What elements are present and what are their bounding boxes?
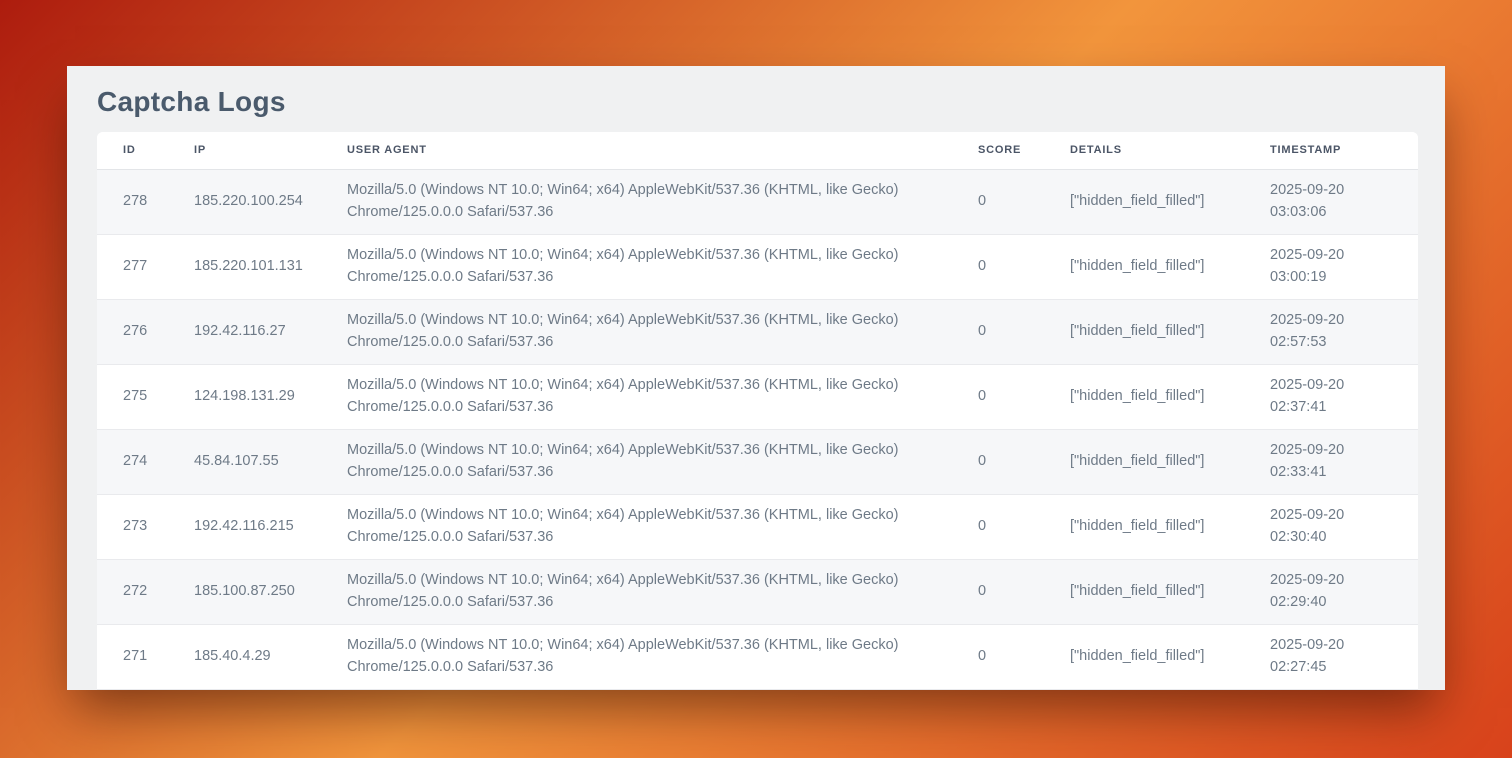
cell-ip: 192.42.116.27 — [194, 300, 347, 365]
cell-user-agent: Mozilla/5.0 (Windows NT 10.0; Win64; x64… — [347, 495, 978, 560]
cell-user-agent: Mozilla/5.0 (Windows NT 10.0; Win64; x64… — [347, 170, 978, 235]
cell-details: ["hidden_field_filled"] — [1070, 300, 1270, 365]
column-header-id: ID — [97, 132, 194, 170]
table-row: 273 192.42.116.215 Mozilla/5.0 (Windows … — [97, 495, 1418, 560]
cell-ip: 124.198.131.29 — [194, 365, 347, 430]
table-row: 278 185.220.100.254 Mozilla/5.0 (Windows… — [97, 170, 1418, 235]
table-header-row: ID IP USER AGENT SCORE DETAILS TIMESTAMP — [97, 132, 1418, 170]
cell-timestamp: 2025-09-20 02:33:41 — [1270, 430, 1418, 495]
cell-id: 273 — [97, 495, 194, 560]
table-row: 277 185.220.101.131 Mozilla/5.0 (Windows… — [97, 235, 1418, 300]
cell-id: 272 — [97, 560, 194, 625]
column-header-ip: IP — [194, 132, 347, 170]
page-title: Captcha Logs — [67, 66, 1445, 132]
cell-details: ["hidden_field_filled"] — [1070, 235, 1270, 300]
cell-timestamp: 2025-09-20 03:03:06 — [1270, 170, 1418, 235]
cell-score: 0 — [978, 560, 1070, 625]
cell-user-agent: Mozilla/5.0 (Windows NT 10.0; Win64; x64… — [347, 300, 978, 365]
cell-id: 275 — [97, 365, 194, 430]
cell-score: 0 — [978, 430, 1070, 495]
cell-id: 276 — [97, 300, 194, 365]
column-header-timestamp: TIMESTAMP — [1270, 132, 1418, 170]
cell-details: ["hidden_field_filled"] — [1070, 495, 1270, 560]
cell-score: 0 — [978, 625, 1070, 690]
cell-ip: 45.84.107.55 — [194, 430, 347, 495]
table-row: 274 45.84.107.55 Mozilla/5.0 (Windows NT… — [97, 430, 1418, 495]
cell-ip: 185.40.4.29 — [194, 625, 347, 690]
cell-timestamp: 2025-09-20 03:00:19 — [1270, 235, 1418, 300]
captcha-logs-table: ID IP USER AGENT SCORE DETAILS TIMESTAMP… — [97, 132, 1418, 690]
cell-id: 278 — [97, 170, 194, 235]
cell-timestamp: 2025-09-20 02:57:53 — [1270, 300, 1418, 365]
cell-score: 0 — [978, 300, 1070, 365]
cell-user-agent: Mozilla/5.0 (Windows NT 10.0; Win64; x64… — [347, 430, 978, 495]
cell-timestamp: 2025-09-20 02:30:40 — [1270, 495, 1418, 560]
cell-timestamp: 2025-09-20 02:29:40 — [1270, 560, 1418, 625]
cell-user-agent: Mozilla/5.0 (Windows NT 10.0; Win64; x64… — [347, 560, 978, 625]
cell-details: ["hidden_field_filled"] — [1070, 430, 1270, 495]
cell-id: 271 — [97, 625, 194, 690]
cell-details: ["hidden_field_filled"] — [1070, 365, 1270, 430]
cell-details: ["hidden_field_filled"] — [1070, 560, 1270, 625]
cell-timestamp: 2025-09-20 02:27:45 — [1270, 625, 1418, 690]
table-row: 275 124.198.131.29 Mozilla/5.0 (Windows … — [97, 365, 1418, 430]
cell-score: 0 — [978, 365, 1070, 430]
cell-user-agent: Mozilla/5.0 (Windows NT 10.0; Win64; x64… — [347, 365, 978, 430]
column-header-details: DETAILS — [1070, 132, 1270, 170]
table-row: 272 185.100.87.250 Mozilla/5.0 (Windows … — [97, 560, 1418, 625]
cell-ip: 185.220.101.131 — [194, 235, 347, 300]
cell-ip: 192.42.116.215 — [194, 495, 347, 560]
cell-details: ["hidden_field_filled"] — [1070, 625, 1270, 690]
table-row: 276 192.42.116.27 Mozilla/5.0 (Windows N… — [97, 300, 1418, 365]
logs-table-container: ID IP USER AGENT SCORE DETAILS TIMESTAMP… — [97, 132, 1418, 690]
cell-score: 0 — [978, 235, 1070, 300]
cell-ip: 185.100.87.250 — [194, 560, 347, 625]
cell-ip: 185.220.100.254 — [194, 170, 347, 235]
captcha-logs-card: Captcha Logs ID IP USER AGENT SCORE DETA… — [67, 66, 1445, 690]
cell-score: 0 — [978, 170, 1070, 235]
table-header: ID IP USER AGENT SCORE DETAILS TIMESTAMP — [97, 132, 1418, 170]
table-row: 271 185.40.4.29 Mozilla/5.0 (Windows NT … — [97, 625, 1418, 690]
cell-timestamp: 2025-09-20 02:37:41 — [1270, 365, 1418, 430]
column-header-score: SCORE — [978, 132, 1070, 170]
cell-details: ["hidden_field_filled"] — [1070, 170, 1270, 235]
cell-user-agent: Mozilla/5.0 (Windows NT 10.0; Win64; x64… — [347, 235, 978, 300]
logs-table-body: 278 185.220.100.254 Mozilla/5.0 (Windows… — [97, 170, 1418, 690]
cell-id: 274 — [97, 430, 194, 495]
column-header-user-agent: USER AGENT — [347, 132, 978, 170]
cell-user-agent: Mozilla/5.0 (Windows NT 10.0; Win64; x64… — [347, 625, 978, 690]
cell-score: 0 — [978, 495, 1070, 560]
cell-id: 277 — [97, 235, 194, 300]
